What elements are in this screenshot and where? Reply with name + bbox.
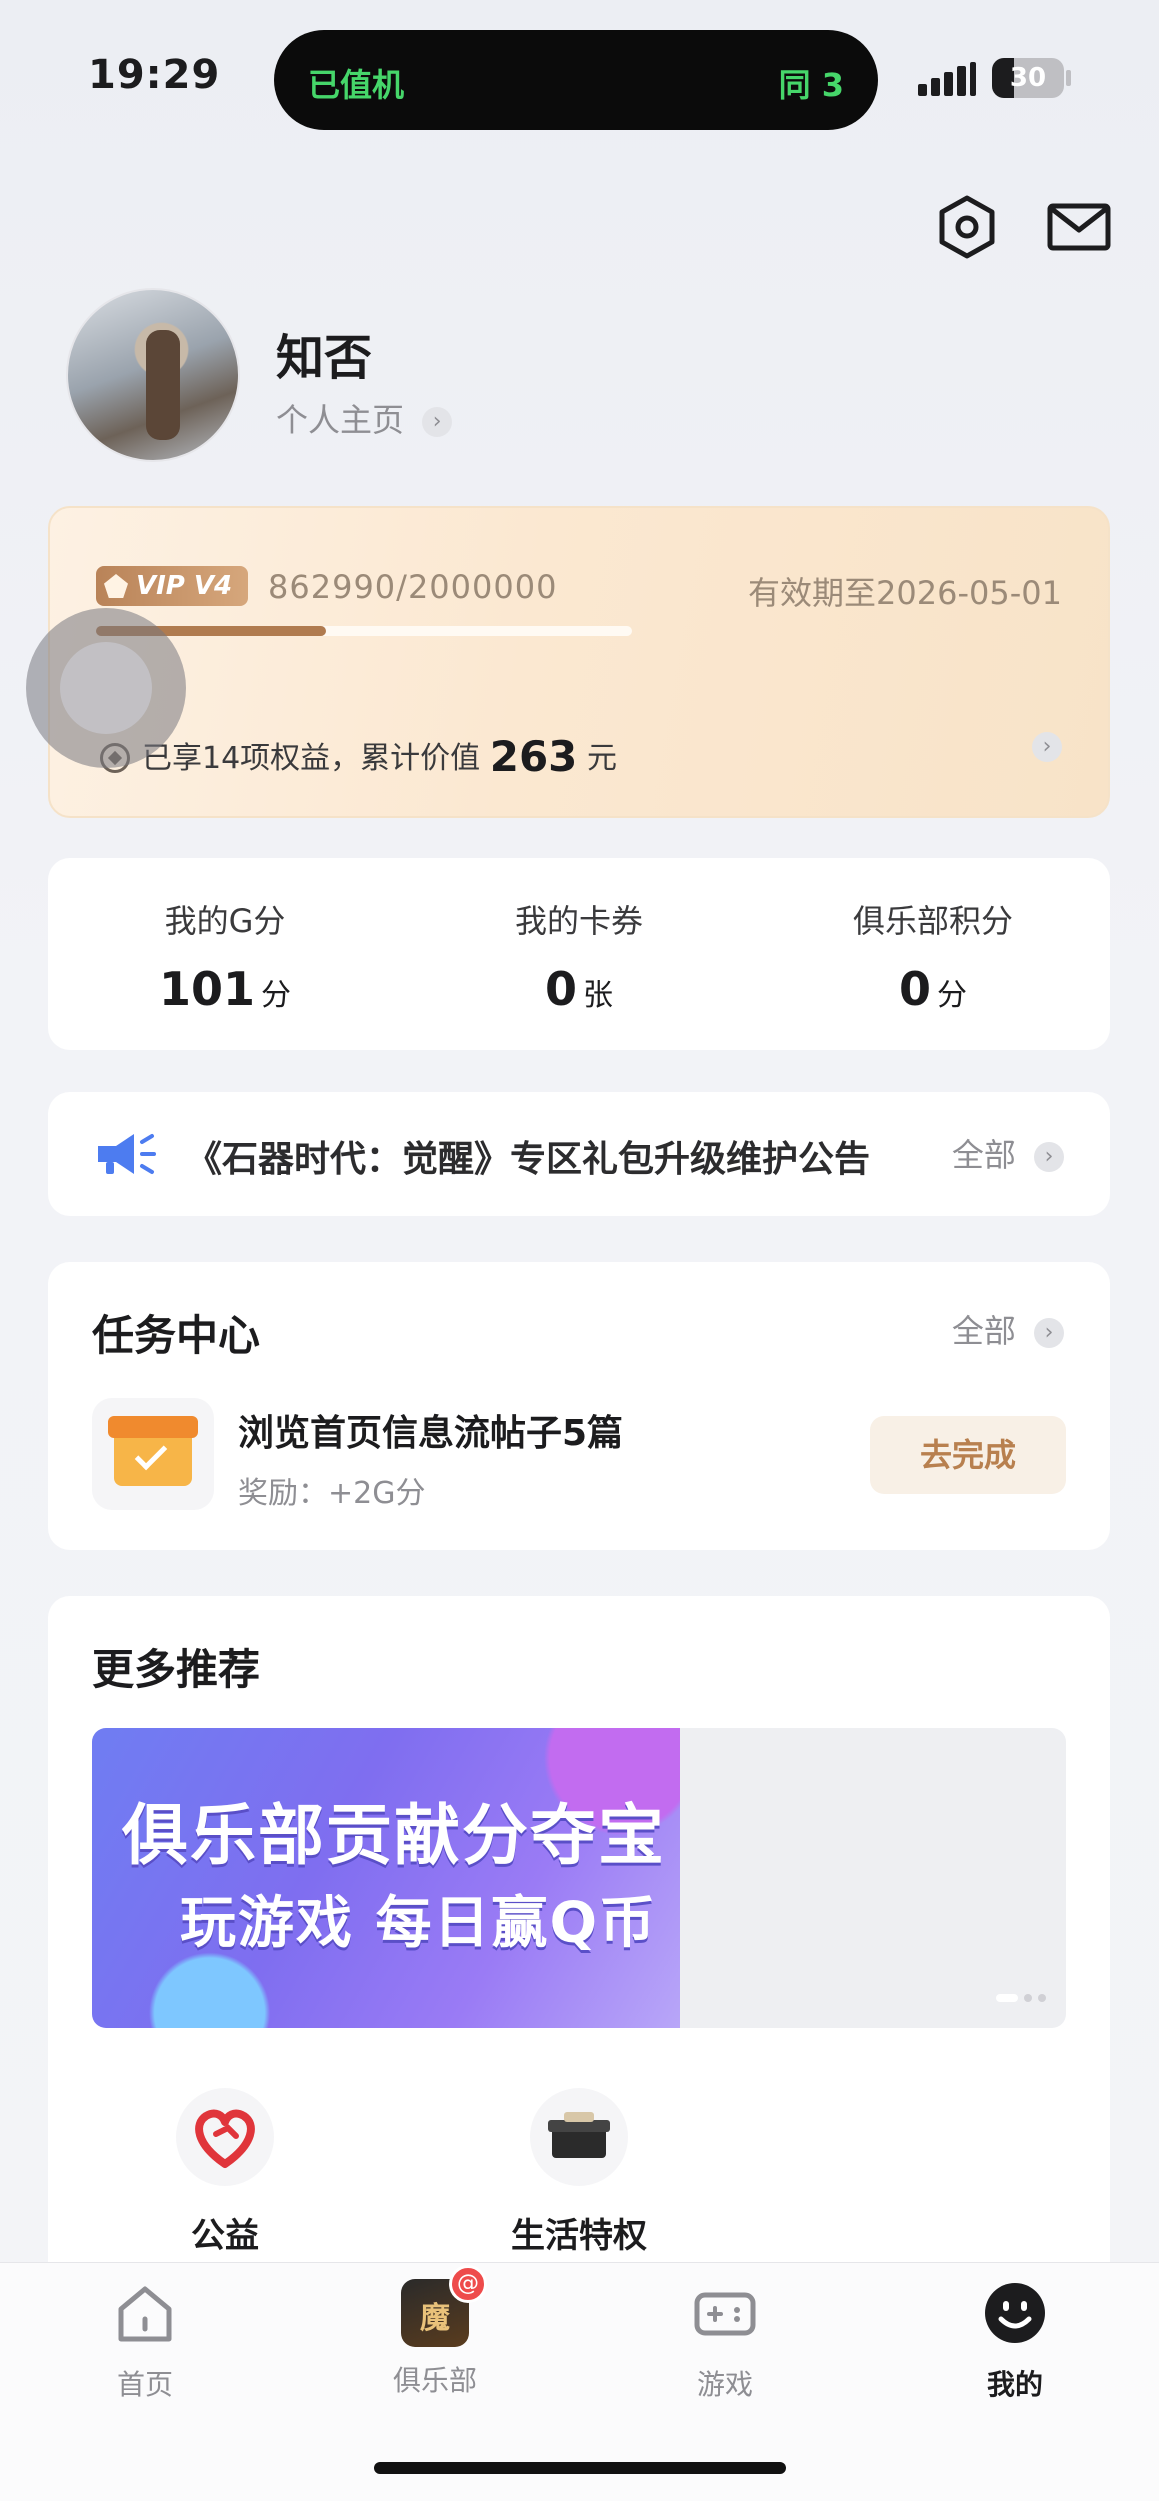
promo-banner[interactable]: 俱乐部贡献分夺宝 玩游戏 每日赢Q币 — [92, 1728, 1066, 2028]
vip-expire-date: 有效期至2026-05-01 — [748, 574, 1062, 612]
homepage-link-label: 个人主页 — [276, 401, 405, 439]
rec-item-life-privilege[interactable]: 生活特权 — [402, 2088, 756, 2257]
more-title: 更多推荐 — [92, 1645, 261, 1694]
rec-label: 生活特权 — [511, 2216, 647, 2256]
vip-progress-bar — [96, 626, 632, 636]
task-center-title: 任务中心 — [92, 1311, 261, 1360]
tab-label: 首页 — [116, 2368, 173, 2401]
task-go-button[interactable]: 去完成 — [870, 1416, 1066, 1494]
home-indicator[interactable] — [374, 2462, 786, 2474]
benefits-amount: 263 — [489, 732, 578, 781]
mail-icon[interactable] — [1044, 192, 1114, 262]
status-time: 19:29 — [88, 52, 221, 98]
tab-mine[interactable]: 我的 — [870, 2279, 1159, 2403]
island-seat-info: 同 3 — [778, 66, 844, 104]
tab-games[interactable]: 游戏 — [580, 2279, 870, 2403]
notification-badge: @ — [449, 2265, 487, 2303]
stat-label: 我的卡券 — [514, 902, 643, 940]
assistive-touch-button[interactable] — [26, 608, 186, 768]
promo-banner-image: 俱乐部贡献分夺宝 玩游戏 每日赢Q币 — [92, 1728, 680, 2028]
all-label: 全部 — [951, 1136, 1016, 1174]
banner-headline: 俱乐部贡献分夺宝 — [122, 1797, 666, 1874]
battery-icon: 30 — [992, 58, 1064, 98]
task-title: 浏览首页信息流帖子5篇 — [238, 1413, 624, 1454]
tab-home[interactable]: 首页 — [0, 2279, 290, 2403]
tab-label: 俱乐部 — [392, 2364, 477, 2397]
chevron-right-icon: › — [422, 407, 453, 437]
stat-club-points[interactable]: 俱乐部积分 0分 — [756, 896, 1110, 1016]
banner-subline: 玩游戏 每日赢Q币 — [180, 1891, 658, 1956]
task-reward: 奖励：+2G分 — [238, 1476, 426, 1511]
tab-club[interactable]: 魔 @ 俱乐部 — [290, 2265, 580, 2399]
task-box-icon — [92, 1398, 214, 1510]
gamepad-icon — [694, 2292, 756, 2336]
stat-value: 0 — [898, 962, 931, 1016]
stat-unit: 分 — [261, 978, 292, 1013]
club-icon-wrap: 魔 @ — [401, 2265, 487, 2347]
tab-label: 我的 — [986, 2368, 1043, 2401]
banner-pagination — [990, 1987, 1046, 2006]
my-profile-page: 19:29 已值机 同 3 30 知否 个人主页 › VIP V4 862990… — [0, 0, 1159, 2501]
vip-level-badge: VIP V4 — [96, 566, 249, 606]
announcement-text: 《石器时代：觉醒》专区礼包升级维护公告 — [186, 1139, 871, 1180]
gift-box-icon — [530, 2088, 628, 2186]
stat-value-row: 0分 — [756, 962, 1110, 1016]
stat-label: 我的G分 — [164, 902, 286, 940]
vip-progress-text: 862990/2000000 — [268, 568, 558, 606]
announcement-all-link[interactable]: 全部 › — [952, 1130, 1064, 1176]
vip-card[interactable]: VIP V4 862990/2000000 有效期至2026-05-01 已享1… — [48, 506, 1110, 818]
settings-icon[interactable] — [932, 192, 1002, 262]
chevron-right-icon[interactable]: › — [1032, 732, 1062, 762]
megaphone-icon — [98, 1134, 156, 1174]
signal-icon — [918, 62, 978, 96]
task-center-card: 任务中心 全部 › 浏览首页信息流帖子5篇 奖励：+2G分 去完成 — [48, 1262, 1110, 1550]
island-flight-status: 已值机 — [308, 66, 405, 104]
username: 知否 — [276, 330, 373, 386]
chevron-right-icon: › — [1034, 1318, 1064, 1348]
stat-value-row: 0张 — [402, 962, 756, 1016]
homepage-link[interactable]: 个人主页 › — [276, 395, 453, 441]
more-recommendations-card: 更多推荐 俱乐部贡献分夺宝 玩游戏 每日赢Q币 公益 生活特权 — [48, 1596, 1110, 2306]
stat-value-row: 101 分 — [48, 962, 402, 1016]
stat-unit: 张 — [583, 978, 613, 1013]
chevron-right-icon: › — [1034, 1142, 1064, 1172]
dynamic-island[interactable]: 已值机 同 3 — [274, 30, 878, 130]
stat-g-points[interactable]: 我的G分 101 分 — [48, 896, 402, 1016]
stat-coupons[interactable]: 我的卡券 0张 — [402, 896, 756, 1016]
task-all-link[interactable]: 全部 › — [952, 1306, 1064, 1352]
stat-label: 俱乐部积分 — [852, 902, 1013, 940]
stat-unit: 分 — [937, 978, 967, 1013]
stat-value: 0 — [544, 962, 577, 1016]
smiley-icon — [985, 2283, 1045, 2343]
home-icon — [118, 2286, 172, 2342]
benefits-prefix: 已享14项权益，累计价值 — [142, 741, 481, 776]
rec-label: 公益 — [191, 2216, 259, 2256]
stats-card: 我的G分 101 分 我的卡券 0张 俱乐部积分 0分 — [48, 858, 1110, 1050]
stat-value: 101 — [158, 962, 256, 1016]
battery-level: 30 — [1009, 63, 1047, 93]
avatar[interactable] — [66, 288, 240, 462]
rec-item-charity[interactable]: 公益 — [48, 2088, 402, 2257]
status-bar: 19:29 已值机 同 3 30 — [0, 0, 1159, 160]
heart-hands-icon — [176, 2088, 274, 2186]
tab-label: 游戏 — [696, 2368, 753, 2401]
vip-benefits: 已享14项权益，累计价值 263 元 — [100, 732, 617, 781]
benefits-suffix: 元 — [586, 741, 617, 776]
announcement-bar[interactable]: 《石器时代：觉醒》专区礼包升级维护公告 全部 › — [48, 1092, 1110, 1216]
battery-cap — [1066, 70, 1071, 86]
all-label: 全部 — [951, 1312, 1016, 1350]
